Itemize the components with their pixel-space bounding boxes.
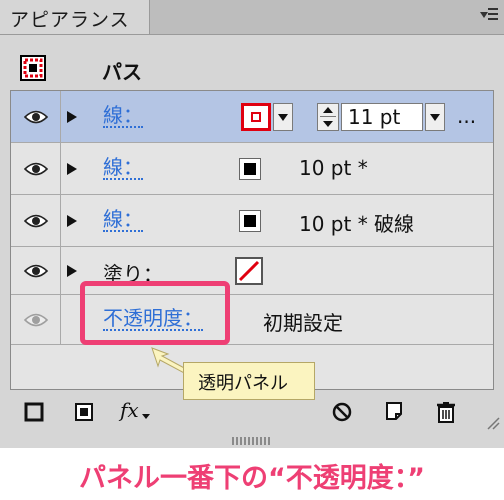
panel-drag-grip[interactable]	[232, 437, 272, 445]
stroke-row-1[interactable]: 線： 11 pt ...	[11, 91, 493, 143]
no-fill-slash-icon	[238, 260, 260, 282]
fx-label: fx	[120, 398, 139, 422]
visibility-cell	[11, 195, 61, 246]
tab-appearance[interactable]: アピアランス	[0, 0, 150, 34]
eye-icon[interactable]	[24, 263, 48, 279]
fx-dropdown-icon	[142, 414, 150, 419]
object-header: パス	[10, 46, 494, 90]
object-type-label: パス	[102, 60, 142, 84]
opacity-value: 初期設定	[263, 311, 343, 335]
eye-icon[interactable]	[24, 213, 48, 229]
tab-appearance-label: アピアランス	[10, 9, 130, 31]
disclosure-triangle-icon[interactable]	[67, 264, 77, 277]
clear-appearance-icon[interactable]	[330, 400, 354, 424]
resize-grip-icon[interactable]	[484, 414, 500, 430]
stroke-weight-stepper[interactable]	[317, 103, 339, 131]
eye-icon-disabled	[24, 313, 48, 326]
caption-text: パネル一番下の“不透明度：”	[79, 463, 425, 494]
disclosure-triangle-icon[interactable]	[67, 110, 77, 123]
stroke-color-swatch[interactable]	[239, 158, 261, 180]
more-options[interactable]: ...	[457, 104, 476, 128]
appearance-panel: アピアランス パス 線： 11 pt ... 線： 10 pt * 線： 10 …	[0, 0, 504, 448]
visibility-cell	[11, 295, 61, 344]
panel-menu-icon[interactable]	[480, 6, 498, 24]
eye-icon[interactable]	[24, 161, 48, 177]
trash-icon[interactable]	[434, 400, 458, 424]
disclosure-triangle-icon[interactable]	[67, 214, 77, 227]
add-stroke-icon[interactable]	[22, 400, 46, 424]
fill-none-swatch[interactable]	[235, 257, 263, 285]
panel-tab-bar: アピアランス	[0, 0, 504, 35]
add-fill-icon[interactable]	[72, 400, 96, 424]
fx-icon[interactable]: fx	[120, 398, 152, 424]
stroke-label-link[interactable]: 線：	[103, 156, 143, 180]
stroke-color-dropdown[interactable]	[273, 103, 293, 131]
visibility-cell	[11, 247, 61, 294]
stroke-weight-value: 10 pt * 破線	[299, 212, 415, 236]
stroke-label-link[interactable]: 線：	[103, 208, 143, 232]
stroke-row-2[interactable]: 線： 10 pt *	[11, 143, 493, 195]
caption-banner: パネル一番下の“不透明度：”	[0, 448, 504, 500]
stroke-weight-input[interactable]: 11 pt	[341, 103, 423, 131]
visibility-cell	[11, 143, 61, 194]
stroke-weight-value: 10 pt *	[299, 156, 368, 180]
duplicate-item-icon[interactable]	[382, 400, 406, 424]
stroke-weight-dropdown[interactable]	[425, 103, 445, 131]
highlight-frame	[80, 281, 230, 345]
eye-icon[interactable]	[24, 109, 48, 125]
stroke-color-swatch[interactable]	[239, 210, 261, 232]
stroke-label-link[interactable]: 線：	[103, 104, 143, 128]
visibility-cell	[11, 91, 61, 142]
disclosure-triangle-icon[interactable]	[67, 162, 77, 175]
appearance-attribute-list: 線： 11 pt ... 線： 10 pt * 線： 10 pt * 破線 塗り…	[10, 90, 494, 390]
path-object-icon	[20, 55, 46, 81]
stroke-color-swatch[interactable]	[241, 103, 271, 131]
stroke-row-3[interactable]: 線： 10 pt * 破線	[11, 195, 493, 247]
panel-bottom-toolbar: fx	[0, 392, 504, 434]
